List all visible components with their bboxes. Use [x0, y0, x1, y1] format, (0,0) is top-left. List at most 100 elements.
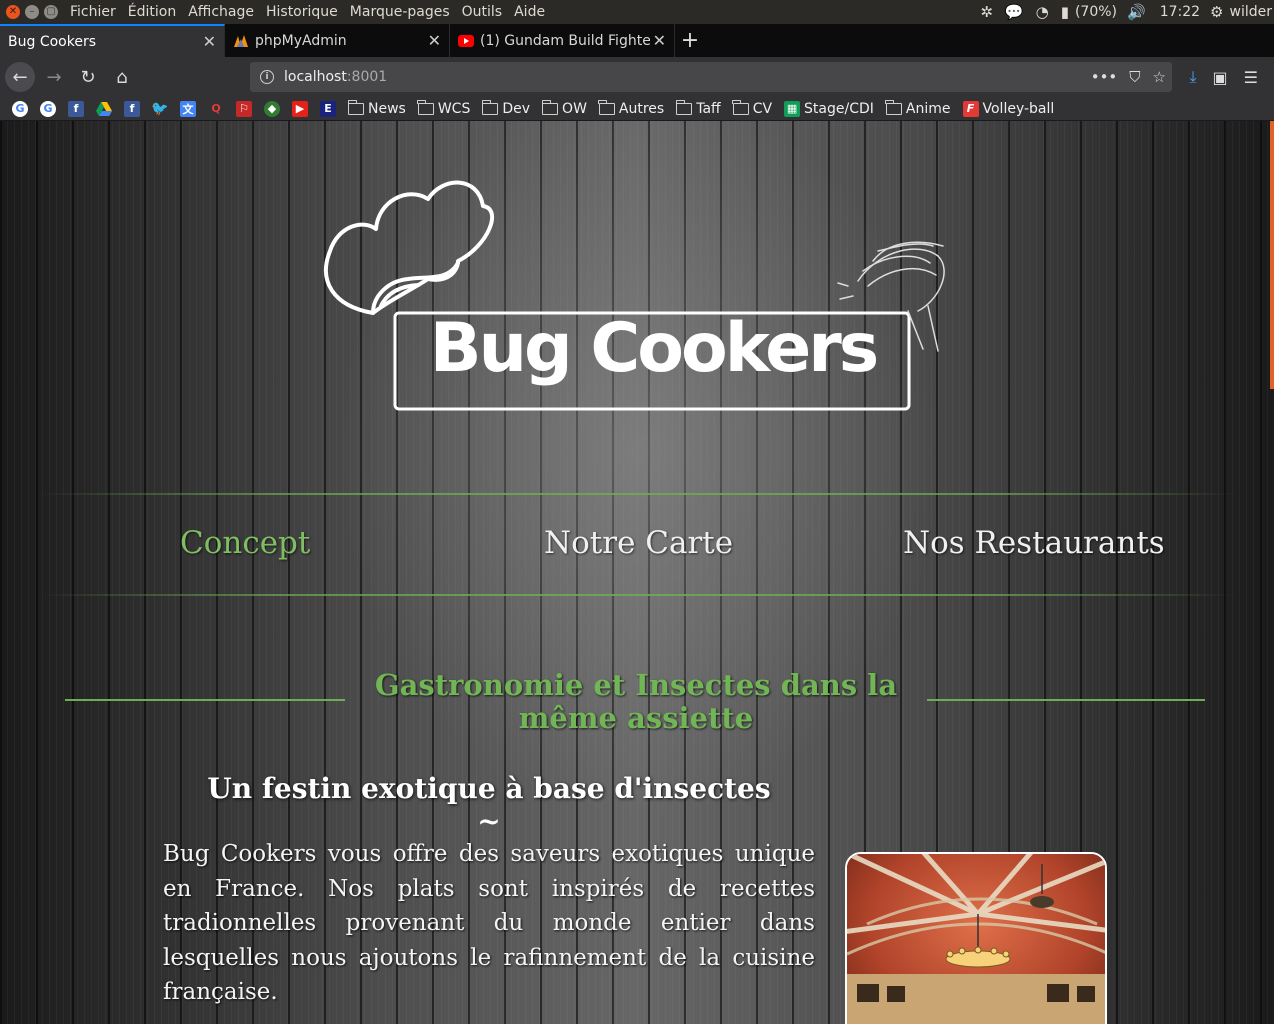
menu-affichage[interactable]: Affichage — [188, 4, 254, 20]
nav-divider-bottom — [40, 594, 1234, 596]
bookmark-folder-dev[interactable]: Dev — [481, 99, 531, 117]
translate-bookmark-icon[interactable]: 文 — [180, 100, 196, 117]
browser-tab-bar: Bug Cookers ✕ phpMyAdmin ✕ (1) Gundam Bu… — [0, 24, 1274, 57]
nav-link-notre-carte[interactable]: Notre Carte — [544, 525, 733, 561]
concept-intro-text: Bug Cookers vous offre des saveurs exoti… — [163, 841, 815, 1005]
system-gear-icon[interactable]: ⚙ — [1210, 3, 1223, 21]
folder-icon — [541, 99, 559, 115]
bookmark-folder-taff[interactable]: Taff — [675, 99, 721, 117]
section-title-line-left — [65, 699, 345, 701]
facebook-bookmark-icon[interactable]: f — [124, 100, 140, 117]
google-bookmark-icon[interactable]: G — [40, 100, 56, 117]
tab-label: (1) Gundam Build Fighte — [480, 32, 650, 49]
tab-close-icon[interactable]: ✕ — [428, 31, 441, 50]
bookmark-folder-cv[interactable]: CV — [732, 99, 773, 117]
feedly-bookmark-icon[interactable]: ◆ — [264, 100, 280, 117]
bookmark-folder-anime[interactable]: Anime — [885, 99, 951, 117]
tab-phpmyadmin[interactable]: phpMyAdmin ✕ — [225, 24, 450, 57]
folder-icon — [675, 99, 693, 115]
url-bar[interactable]: i localhost:8001 ••• ⛉ ☆ — [250, 62, 1172, 92]
tab-close-icon[interactable]: ✕ — [653, 31, 666, 50]
pocket-icon[interactable]: ⛉ — [1129, 68, 1140, 86]
hamburger-menu-icon[interactable]: ☰ — [1244, 68, 1258, 87]
wifi-icon[interactable]: ◔ — [1036, 3, 1049, 21]
page-viewport: Bug Cookers Concept Notre Carte Nos Rest… — [0, 121, 1274, 1024]
bookmark-folder-ow[interactable]: OW — [541, 99, 587, 117]
battery-percent: (70%) — [1074, 4, 1117, 20]
tab-label: phpMyAdmin — [255, 32, 347, 49]
volume-icon[interactable]: 🔊 — [1127, 3, 1146, 21]
reload-button[interactable]: ↻ — [73, 62, 103, 92]
bookmark-folder-news[interactable]: News — [347, 99, 406, 117]
bookmark-label: Dev — [502, 100, 531, 117]
home-button[interactable]: ⌂ — [107, 62, 137, 92]
bookmark-label: WCS — [437, 100, 471, 117]
tab-youtube[interactable]: (1) Gundam Build Fighte ✕ — [450, 24, 675, 57]
tab-label: Bug Cookers — [8, 33, 96, 50]
tab-close-icon[interactable]: ✕ — [203, 32, 216, 51]
page-actions-icon[interactable]: ••• — [1091, 68, 1118, 86]
bookmark-folder-autres[interactable]: Autres — [598, 99, 665, 117]
bookmark-label: Stage/CDI — [804, 100, 874, 117]
tab-bug-cookers[interactable]: Bug Cookers ✕ — [0, 24, 225, 57]
google-drive-bookmark-icon[interactable] — [96, 101, 112, 117]
google-bookmark-icon[interactable]: G — [12, 100, 28, 117]
menu-fichier[interactable]: Fichier — [70, 4, 116, 20]
restaurant-interior-photo — [845, 852, 1107, 1024]
folder-icon — [732, 99, 749, 115]
bookmark-star-icon[interactable]: ☆ — [1153, 68, 1166, 86]
bookmark-volley-ball[interactable]: F Volley-ball — [962, 100, 1055, 117]
section-title: Gastronomie et Insectes dans la même ass… — [374, 668, 898, 735]
bookmark-folder-wcs[interactable]: WCS — [417, 99, 471, 117]
concept-subtitle: Un festin exotique à base d'insectes — [207, 772, 771, 805]
os-top-bar: ✕ – ▢ Fichier Édition Affichage Historiq… — [0, 0, 1274, 24]
section-title-line-right — [927, 699, 1205, 701]
navigation-toolbar: ← → ↻ ⌂ i localhost:8001 ••• ⛉ ☆ ⤓ ▣ ☰ — [0, 57, 1274, 97]
quora-bookmark-icon[interactable]: Q — [208, 101, 224, 117]
bookmark-label: Volley-ball — [982, 100, 1055, 117]
youtube-favicon-icon — [458, 33, 474, 49]
clock[interactable]: 17:22 — [1160, 4, 1200, 20]
ffvb-icon: F — [962, 100, 979, 117]
menu-marque-pages[interactable]: Marque-pages — [350, 4, 450, 20]
folder-icon — [417, 99, 434, 115]
new-tab-button[interactable]: + — [675, 24, 705, 57]
subtitle-tilde: ~ — [477, 805, 501, 838]
folder-icon — [598, 99, 615, 115]
bookmark-label: News — [368, 100, 406, 117]
folder-icon — [481, 99, 499, 115]
downloads-icon[interactable]: ⤓ — [1189, 67, 1196, 87]
page-scrollbar-thumb[interactable] — [1270, 121, 1274, 389]
screenshot-icon[interactable]: ▣ — [1213, 68, 1228, 87]
facebook-bookmark-icon[interactable]: f — [68, 100, 84, 117]
menu-outils[interactable]: Outils — [462, 4, 502, 20]
forward-button[interactable]: → — [39, 62, 69, 92]
menu-historique[interactable]: Historique — [266, 4, 338, 20]
bookmark-label: Anime — [905, 100, 951, 117]
menu-edition[interactable]: Édition — [128, 4, 176, 20]
bookmark-e-icon[interactable]: E — [320, 100, 336, 117]
settings-gear-icon[interactable]: ✲ — [980, 3, 993, 21]
youtube-bookmark-icon[interactable]: ▶ — [292, 100, 308, 117]
bookmark-label: Autres — [618, 100, 665, 117]
nav-divider-top — [40, 493, 1234, 495]
user-name[interactable]: wilder — [1230, 4, 1273, 20]
url-port: :8001 — [346, 69, 388, 85]
menu-aide[interactable]: Aide — [514, 4, 545, 20]
nav-link-concept[interactable]: Concept — [180, 525, 310, 561]
twitter-bookmark-icon[interactable]: 🐦 — [151, 101, 168, 117]
bookmark-stage-cdi[interactable]: ▦ Stage/CDI — [784, 100, 874, 117]
window-maximize-button[interactable]: ▢ — [44, 5, 58, 19]
bookmark-red-icon[interactable]: ⚐ — [236, 100, 252, 117]
nav-link-nos-restaurants[interactable]: Nos Restaurants — [903, 525, 1165, 561]
back-button[interactable]: ← — [5, 62, 35, 92]
window-minimize-button[interactable]: – — [25, 5, 39, 19]
site-info-icon[interactable]: i — [260, 70, 274, 84]
battery-icon[interactable]: ▮ — [1061, 3, 1069, 21]
url-text[interactable]: localhost:8001 — [284, 69, 387, 85]
chat-icon[interactable]: 💬 — [1005, 3, 1024, 21]
bookmark-label: CV — [752, 100, 773, 117]
window-close-button[interactable]: ✕ — [6, 5, 20, 19]
logo-text: Bug Cookers — [429, 309, 879, 388]
bookmark-label: OW — [562, 100, 587, 117]
